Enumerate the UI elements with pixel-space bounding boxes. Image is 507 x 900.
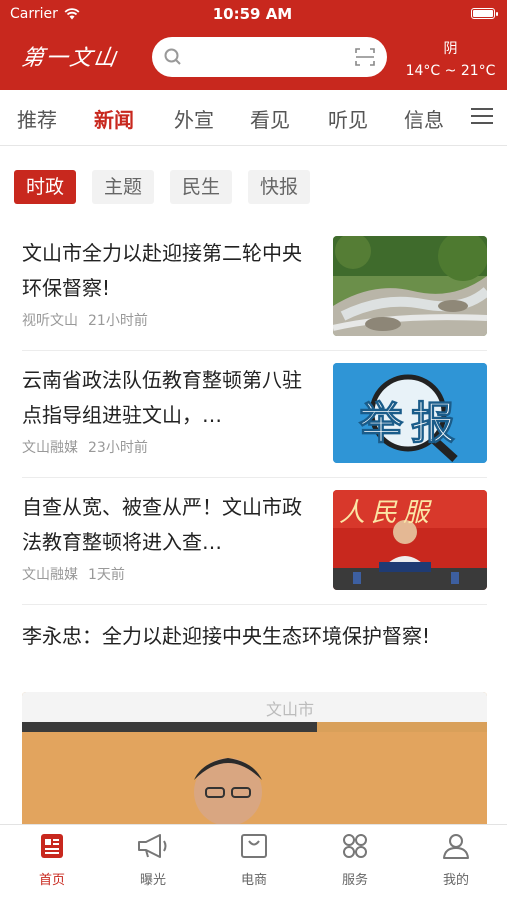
- menu-icon[interactable]: [471, 108, 493, 129]
- news-thumbnail[interactable]: [333, 236, 487, 336]
- report-text: 举报: [359, 398, 463, 450]
- tab-info[interactable]: 信息: [404, 104, 444, 133]
- scan-icon[interactable]: [355, 48, 375, 66]
- news-meta: 文山融媒 1天前: [22, 564, 125, 584]
- bottom-nav: 首页 曝光 电商 服务 我的: [0, 824, 507, 900]
- category-tabs: 推荐 新闻 外宣 看见 听见 信息: [0, 90, 507, 146]
- news-meta: 文山融媒 23小时前: [22, 437, 148, 457]
- tab-publicity[interactable]: 外宣: [174, 104, 214, 133]
- featured-image[interactable]: 文山市: [22, 692, 487, 832]
- divider: [22, 350, 487, 351]
- news-time: 21小时前: [88, 313, 148, 329]
- nav-mine[interactable]: 我的: [416, 833, 496, 888]
- weather-temp: 14°C ~ 21°C: [405, 63, 496, 79]
- news-source: 文山融媒: [22, 567, 78, 583]
- app-logo: 第一文山: [19, 46, 120, 71]
- tab-hear[interactable]: 听见: [328, 104, 368, 133]
- news-title[interactable]: 文山市全力以赴迎接第二轮中央环保督察!: [22, 236, 312, 306]
- subtab-flash[interactable]: 快报: [248, 170, 311, 204]
- divider: [22, 604, 487, 605]
- subtab-theme[interactable]: 主题: [92, 170, 155, 204]
- user-icon: [443, 834, 469, 859]
- banner-text: 人民服: [339, 498, 436, 528]
- search-icon: [164, 48, 181, 65]
- weather-widget: 阴 14°C ~ 21°C: [398, 38, 503, 82]
- megaphone-icon: [138, 834, 167, 858]
- news-title[interactable]: 云南省政法队伍教育整顿第八驻点指导组进驻文山，…: [22, 363, 312, 433]
- status-bar: Carrier 10:59 AM: [10, 4, 498, 24]
- subtab-livelihood[interactable]: 民生: [170, 170, 233, 204]
- nav-services-label: 服务: [341, 873, 368, 888]
- nav-mine-label: 我的: [442, 873, 469, 888]
- weather-condition: 阴: [443, 41, 458, 57]
- nav-ecommerce-label: 电商: [240, 873, 267, 888]
- nav-home[interactable]: 首页: [12, 833, 92, 888]
- river-image: [333, 236, 487, 336]
- news-item[interactable]: 自查从宽、被查从严！文山市政法教育整顿将进入查… 文山融媒 1天前 人民服: [22, 490, 487, 590]
- shopping-bag-icon: [241, 834, 267, 858]
- services-grid-icon: [343, 834, 367, 858]
- speaker-image: [22, 692, 487, 832]
- home-news-icon: [41, 834, 63, 858]
- search-bar[interactable]: [152, 37, 387, 77]
- nav-home-label: 首页: [38, 873, 65, 888]
- battery-icon: [471, 8, 498, 19]
- news-item[interactable]: 文山市全力以赴迎接第二轮中央环保督察! 视听文山 21小时前: [22, 236, 487, 336]
- tab-recommend[interactable]: 推荐: [17, 104, 57, 133]
- nav-services[interactable]: 服务: [315, 833, 395, 888]
- nav-expose[interactable]: 曝光: [113, 833, 193, 888]
- app-header: Carrier 10:59 AM 第一文山 阴 14°C ~ 21°C: [0, 0, 507, 90]
- news-time: 23小时前: [88, 440, 148, 456]
- subtab-politics[interactable]: 时政: [14, 170, 77, 204]
- banner-text: 文山市: [266, 700, 315, 719]
- tab-see[interactable]: 看见: [250, 104, 290, 133]
- news-item[interactable]: 云南省政法队伍教育整顿第八驻点指导组进驻文山，… 文山融媒 23小时前 举报: [22, 363, 487, 463]
- news-title[interactable]: 自查从宽、被查从严！文山市政法教育整顿将进入查…: [22, 490, 312, 560]
- news-source: 视听文山: [22, 313, 78, 329]
- divider: [22, 477, 487, 478]
- nav-ecommerce[interactable]: 电商: [214, 833, 294, 888]
- news-source: 文山融媒: [22, 440, 78, 456]
- news-thumbnail[interactable]: 人民服: [333, 490, 487, 590]
- news-meta: 视听文山 21小时前: [22, 310, 148, 330]
- status-time: 10:59 AM: [212, 5, 293, 23]
- tab-news[interactable]: 新闻: [94, 104, 134, 133]
- featured-title[interactable]: 李永忠：全力以赴迎接中央生态环境保护督察!: [22, 618, 492, 654]
- news-thumbnail[interactable]: 举报: [333, 363, 487, 463]
- news-time: 1天前: [88, 567, 125, 583]
- nav-expose-label: 曝光: [139, 873, 166, 888]
